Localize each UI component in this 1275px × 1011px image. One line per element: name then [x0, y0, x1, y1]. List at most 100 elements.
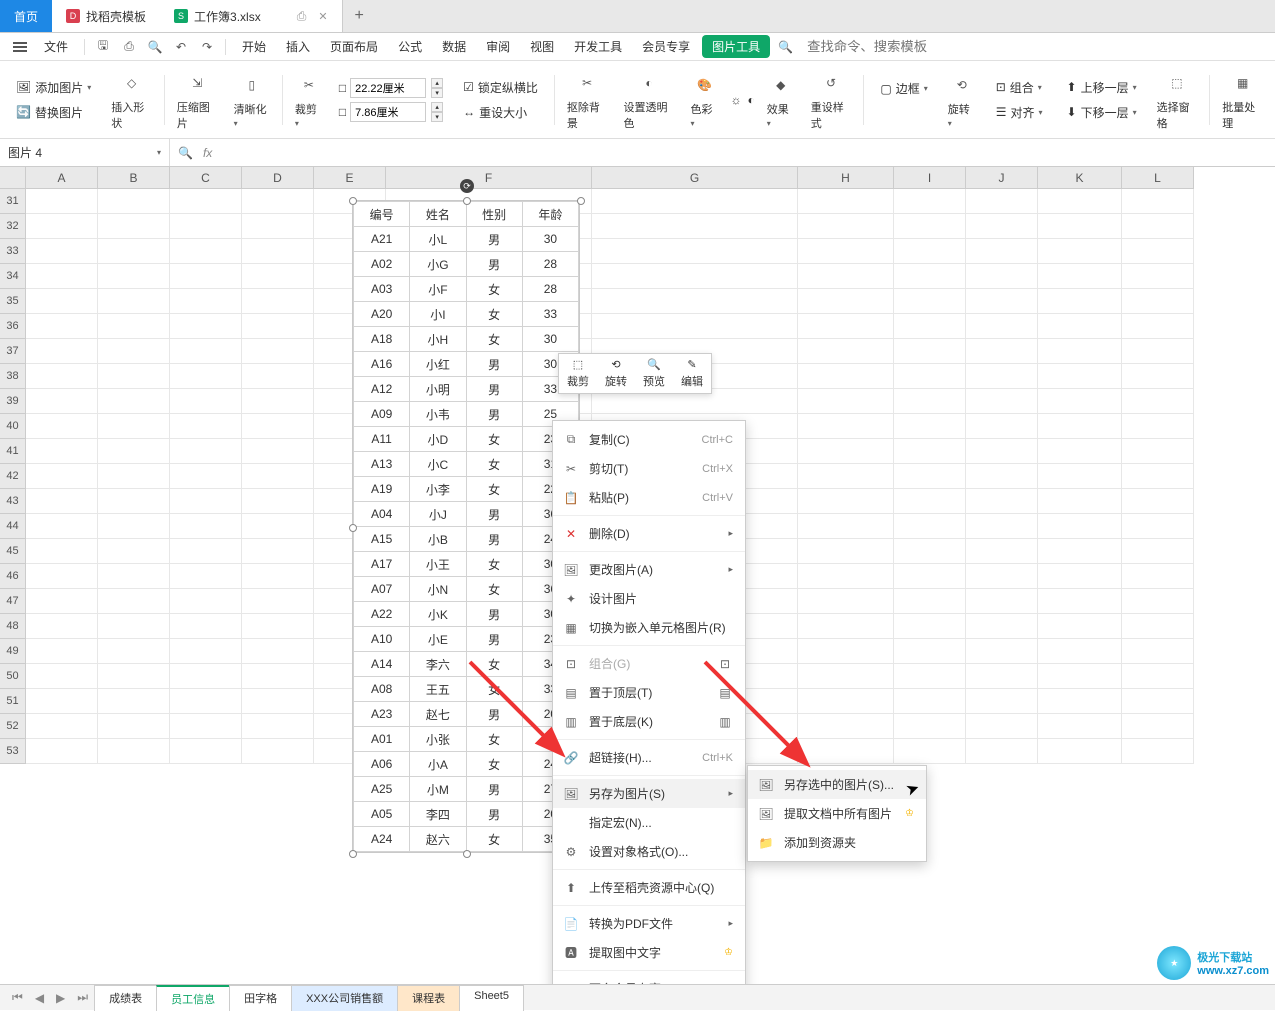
remove-bg-button[interactable]: ✂抠除背景: [561, 61, 614, 138]
cell[interactable]: [26, 389, 98, 414]
cell[interactable]: [242, 589, 314, 614]
new-tab-button[interactable]: +: [343, 0, 376, 32]
cell[interactable]: [98, 189, 170, 214]
cell[interactable]: [26, 539, 98, 564]
cell[interactable]: [894, 264, 966, 289]
reset-size-button[interactable]: ↔重设大小: [459, 102, 531, 123]
cell[interactable]: [966, 464, 1038, 489]
cell[interactable]: [1122, 214, 1194, 239]
cell[interactable]: [170, 464, 242, 489]
cell[interactable]: [26, 314, 98, 339]
cell[interactable]: [798, 739, 894, 764]
menu-tab-视图[interactable]: 视图: [520, 34, 564, 59]
row-header[interactable]: 37: [0, 339, 26, 364]
cell[interactable]: [966, 364, 1038, 389]
cell[interactable]: [26, 564, 98, 589]
cell[interactable]: [242, 489, 314, 514]
cell[interactable]: [26, 214, 98, 239]
cell[interactable]: [26, 714, 98, 739]
cell[interactable]: [966, 714, 1038, 739]
cell[interactable]: [1038, 539, 1122, 564]
cell[interactable]: [894, 514, 966, 539]
cell[interactable]: [98, 639, 170, 664]
ctx-copy[interactable]: ⧉复制(C)Ctrl+C: [553, 425, 745, 454]
reset-style-button[interactable]: ↺重设样式: [805, 61, 858, 138]
cell[interactable]: [798, 464, 894, 489]
cell[interactable]: [1038, 614, 1122, 639]
batch-button[interactable]: ▦批量处理: [1216, 61, 1269, 138]
cell[interactable]: [1038, 439, 1122, 464]
cell[interactable]: [966, 739, 1038, 764]
cell[interactable]: [26, 664, 98, 689]
sharpen-button[interactable]: ▯ 清晰化 ▾: [228, 61, 276, 138]
cell[interactable]: [1038, 664, 1122, 689]
cell[interactable]: [798, 489, 894, 514]
row-header[interactable]: 35: [0, 289, 26, 314]
col-header-A[interactable]: A: [26, 167, 98, 189]
move-up-button[interactable]: ⬆上移一层▾: [1063, 77, 1141, 98]
cell[interactable]: [1122, 539, 1194, 564]
qb-redo-icon[interactable]: ↷: [195, 35, 219, 59]
row-header[interactable]: 36: [0, 314, 26, 339]
cell[interactable]: [592, 289, 798, 314]
cell[interactable]: [1038, 589, 1122, 614]
cell[interactable]: [894, 389, 966, 414]
ctx-extract-text[interactable]: 🅰提取图中文字♔: [553, 938, 745, 967]
menu-tab-数据[interactable]: 数据: [432, 34, 476, 59]
row-header[interactable]: 52: [0, 714, 26, 739]
cell[interactable]: [98, 464, 170, 489]
cell[interactable]: [242, 664, 314, 689]
ctx-cut[interactable]: ✂剪切(T)Ctrl+X: [553, 454, 745, 483]
cell[interactable]: [894, 214, 966, 239]
ctx-save-as-image[interactable]: 🖼另存为图片(S)▸: [553, 779, 745, 808]
cell[interactable]: [798, 614, 894, 639]
cell[interactable]: [170, 589, 242, 614]
cell[interactable]: [894, 564, 966, 589]
cell[interactable]: [1122, 439, 1194, 464]
height-spin-up[interactable]: ▴: [431, 78, 443, 88]
cell[interactable]: [798, 664, 894, 689]
height-input[interactable]: [350, 78, 426, 98]
cell[interactable]: [1122, 639, 1194, 664]
name-box[interactable]: 图片 4 ▾: [0, 139, 170, 166]
cell[interactable]: [894, 639, 966, 664]
row-header[interactable]: 42: [0, 464, 26, 489]
row-header[interactable]: 38: [0, 364, 26, 389]
effect-button[interactable]: ◆效果 ▾: [761, 61, 801, 138]
col-header-I[interactable]: I: [894, 167, 966, 189]
row-header[interactable]: 43: [0, 489, 26, 514]
cell[interactable]: [242, 364, 314, 389]
cell[interactable]: [1038, 464, 1122, 489]
sheet-tab[interactable]: XXX公司销售额: [291, 985, 398, 1011]
cell[interactable]: [592, 314, 798, 339]
row-header[interactable]: 47: [0, 589, 26, 614]
cell[interactable]: [1038, 414, 1122, 439]
cell[interactable]: [798, 439, 894, 464]
lock-ratio-checkbox[interactable]: ☑锁定纵横比: [459, 77, 542, 98]
qb-save-icon[interactable]: 🖫: [91, 35, 115, 59]
move-down-button[interactable]: ⬇下移一层▾: [1063, 102, 1141, 123]
cell[interactable]: [242, 614, 314, 639]
cell[interactable]: [26, 589, 98, 614]
cell[interactable]: [966, 539, 1038, 564]
cell[interactable]: [966, 514, 1038, 539]
menu-tab-插入[interactable]: 插入: [276, 34, 320, 59]
cell[interactable]: [26, 239, 98, 264]
cell[interactable]: [1122, 239, 1194, 264]
border-button[interactable]: ▢边框▾: [876, 78, 931, 99]
contrast-icon[interactable]: ◐: [745, 91, 756, 109]
cell[interactable]: [98, 564, 170, 589]
cell[interactable]: [798, 314, 894, 339]
menu-tab-会员专享[interactable]: 会员专享: [632, 34, 700, 59]
select-all-corner[interactable]: [0, 167, 26, 189]
cell[interactable]: [98, 414, 170, 439]
cell[interactable]: [170, 539, 242, 564]
ctx-format-object[interactable]: ⚙设置对象格式(O)...: [553, 837, 745, 866]
compress-button[interactable]: ⇲ 压缩图片: [171, 61, 224, 138]
cell[interactable]: [26, 739, 98, 764]
cell[interactable]: [894, 739, 966, 764]
cell[interactable]: [170, 389, 242, 414]
cell[interactable]: [894, 664, 966, 689]
row-header[interactable]: 45: [0, 539, 26, 564]
tab-template[interactable]: D 找稻壳模板: [52, 0, 160, 32]
